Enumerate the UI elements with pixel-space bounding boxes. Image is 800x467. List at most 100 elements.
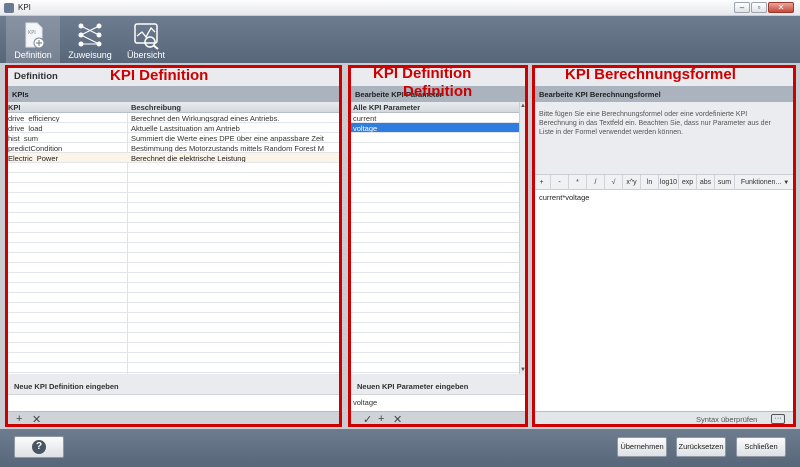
toolbar-label: Übersicht <box>126 50 165 60</box>
column-header-parameter[interactable]: Alle KPI Parameter <box>353 103 420 112</box>
formula-panel: Bearbeite KPI Berechnungsformel Bitte fü… <box>533 67 795 427</box>
empty-row <box>349 343 519 353</box>
table-row[interactable]: current <box>349 113 519 123</box>
empty-row <box>349 213 519 223</box>
empty-row <box>349 313 519 323</box>
scroll-down-icon[interactable]: ▼ <box>520 367 526 373</box>
formula-info-text: Bitte fügen Sie eine Berechnungsformel o… <box>539 111 771 136</box>
kpi-parameter-panel: Bearbeite KPI Parameter Alle KPI Paramet… <box>349 67 527 427</box>
maximize-button[interactable]: ▫ <box>751 2 767 13</box>
empty-row <box>349 163 519 173</box>
minimize-button[interactable]: ‒ <box>734 2 750 13</box>
empty-row <box>6 253 340 263</box>
apply-button[interactable]: Übernehmen <box>617 437 667 457</box>
syntax-check-link[interactable]: Syntax überprüfen <box>696 415 757 424</box>
reset-button[interactable]: Zurücksetzen <box>676 437 726 457</box>
empty-row <box>349 253 519 263</box>
new-kpi-label: Neue KPI Definition eingeben <box>14 382 119 391</box>
remove-kpi-button[interactable]: ✕ <box>32 413 41 426</box>
kpi-table-header: KPI Beschreibung <box>6 102 340 113</box>
empty-row <box>349 263 519 273</box>
app-icon <box>4 3 14 13</box>
kpi-definition-panel: Definition KPIs KPI Beschreibung drive_e… <box>6 67 341 427</box>
empty-row <box>6 193 340 203</box>
table-row-selected[interactable]: voltage <box>349 123 519 133</box>
scroll-up-icon[interactable]: ▲ <box>520 103 526 109</box>
kpis-header-label: KPIs <box>12 90 29 99</box>
formula-textarea[interactable]: current*voltage <box>533 190 795 411</box>
kpi-name: predictCondition <box>8 144 63 153</box>
empty-row <box>349 293 519 303</box>
add-kpi-button[interactable]: + <box>16 413 22 425</box>
chart-overview-icon <box>134 23 159 50</box>
calc-exp-button[interactable]: exp <box>679 175 697 191</box>
section-title: Definition <box>14 71 58 82</box>
empty-row <box>349 363 519 373</box>
empty-row <box>6 363 340 373</box>
calc-sum-button[interactable]: sum <box>715 175 735 191</box>
help-icon: ? <box>32 440 46 454</box>
parameter-scrollbar[interactable]: ▲ ▼ <box>519 102 526 374</box>
kpi-name: drive_efficiency <box>8 114 60 123</box>
table-row[interactable]: predictCondition Bestimmung des Motorzust… <box>6 143 340 153</box>
empty-row <box>6 313 340 323</box>
empty-row <box>6 323 340 333</box>
empty-row <box>6 223 340 233</box>
empty-row <box>349 283 519 293</box>
new-parameter-input[interactable]: voltage <box>349 394 527 411</box>
calc-power-button[interactable]: x^y <box>623 175 641 191</box>
formula-info-area: Bitte fügen Sie eine Berechnungsformel o… <box>533 102 795 174</box>
empty-row <box>349 303 519 313</box>
annotation-label-right: KPI Berechnungsformel <box>565 66 736 83</box>
empty-row <box>6 343 340 353</box>
kpi-document-icon: KPI <box>25 22 45 49</box>
remove-parameter-button[interactable]: ✕ <box>393 413 402 426</box>
column-header-kpi[interactable]: KPI <box>8 103 21 112</box>
add-parameter-button[interactable]: + <box>378 413 384 425</box>
calc-ln-button[interactable]: ln <box>641 175 659 191</box>
help-button[interactable]: ? <box>14 436 64 458</box>
confirm-parameter-button[interactable]: ✓ <box>363 413 372 426</box>
functions-dropdown-label: Funktionen... <box>740 179 782 186</box>
left-footer-bar: + ✕ <box>6 411 340 427</box>
annotation-label-middle-2: Definition <box>403 83 473 100</box>
empty-row <box>349 173 519 183</box>
toolbar-label: Definition <box>14 50 52 60</box>
formula-header-label: Bearbeite KPI Berechnungsformel <box>539 90 661 99</box>
empty-row <box>349 353 519 363</box>
calc-log10-button[interactable]: log10 <box>659 175 679 191</box>
main-area: Definition KPIs KPI Beschreibung drive_e… <box>0 63 800 429</box>
close-button[interactable]: Schließen <box>736 437 786 457</box>
chevron-down-icon: ▼ <box>783 180 790 186</box>
table-row[interactable]: Electric_Power Berechnet die elektrische … <box>6 153 340 163</box>
kpi-description: Aktuelle Lastsituation am Antrieb <box>131 124 240 133</box>
empty-row <box>6 273 340 283</box>
functions-dropdown[interactable]: Funktionen... ▼ <box>735 175 795 191</box>
table-row[interactable]: drive_efficiency Berechnet den Wirkungsgr… <box>6 113 340 123</box>
svg-text:KPI: KPI <box>28 30 36 36</box>
toolbar-definition[interactable]: KPI Definition <box>6 16 60 63</box>
calc-sqrt-button[interactable]: √ <box>605 175 623 191</box>
toolbar-uebersicht[interactable]: Übersicht <box>120 16 172 63</box>
table-row[interactable]: drive_load Aktuelle Lastsituation am Antr… <box>6 123 340 133</box>
empty-row <box>6 353 340 363</box>
table-row[interactable]: hist_sum Summiert die Werte eines DPE übe… <box>6 133 340 143</box>
close-window-button[interactable]: ✕ <box>768 2 794 13</box>
toolbar-zuweisung[interactable]: Zuweisung <box>62 16 118 63</box>
new-kpi-input[interactable] <box>6 394 340 411</box>
kpi-description: Berechnet die elektrische Leistung <box>131 154 246 163</box>
bottom-bar: ? Übernehmen Zurücksetzen Schließen <box>0 429 800 467</box>
main-toolbar: KPI Definition Zuweisung Übersicht <box>0 16 800 63</box>
calc-minus-button[interactable]: - <box>551 175 569 191</box>
calc-divide-button[interactable]: / <box>587 175 605 191</box>
calc-plus-button[interactable]: + <box>533 175 551 191</box>
calc-multiply-button[interactable]: * <box>569 175 587 191</box>
new-parameter-label: Neuen KPI Parameter eingeben <box>357 382 469 391</box>
empty-row <box>6 173 340 183</box>
empty-row <box>6 333 340 343</box>
more-options-icon[interactable]: ··· <box>771 414 785 424</box>
column-header-beschreibung[interactable]: Beschreibung <box>131 103 181 112</box>
empty-row <box>349 243 519 253</box>
calc-abs-button[interactable]: abs <box>697 175 715 191</box>
empty-row <box>6 263 340 273</box>
